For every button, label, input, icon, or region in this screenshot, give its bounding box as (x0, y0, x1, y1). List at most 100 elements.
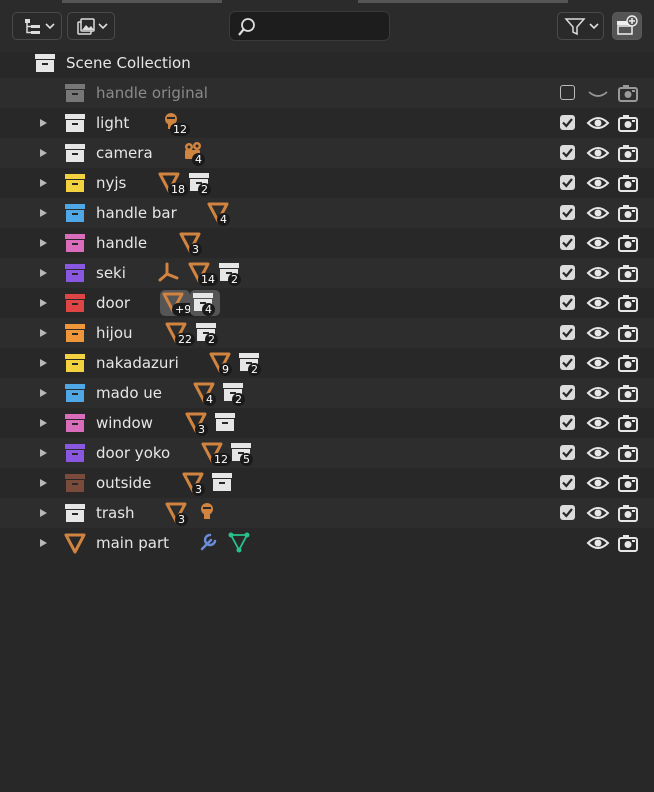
collection-row[interactable]: door +99 4 (0, 288, 654, 318)
exclude-checkbox[interactable] (560, 145, 575, 160)
render-camera-icon[interactable] (617, 412, 639, 434)
collection-row[interactable]: outside 3 (0, 468, 654, 498)
child-count: 14 (198, 273, 218, 286)
eye-icon[interactable] (586, 532, 610, 554)
collection-row[interactable]: hijou 22 2 (0, 318, 654, 348)
exclude-checkbox[interactable] (560, 445, 575, 460)
child-count: 22 (175, 333, 195, 346)
eye-icon[interactable] (586, 412, 610, 434)
eye-icon[interactable] (586, 382, 610, 404)
scene-collection-row[interactable]: Scene Collection (0, 48, 654, 78)
expand-triangle-icon[interactable] (40, 359, 47, 367)
render-camera-icon[interactable] (617, 442, 639, 464)
expand-triangle-icon[interactable] (40, 119, 47, 127)
collection-row[interactable]: handle 3 (0, 228, 654, 258)
render-camera-icon[interactable] (617, 502, 639, 524)
collection-row[interactable]: seki 14 2 (0, 258, 654, 288)
collection-label: mado ue (96, 384, 163, 402)
exclude-checkbox[interactable] (560, 115, 575, 130)
display-mode-dropdown[interactable] (12, 12, 62, 40)
collection-icon (65, 264, 85, 282)
collection-icon (65, 354, 85, 372)
exclude-checkbox[interactable] (560, 505, 575, 520)
expand-triangle-icon[interactable] (40, 539, 47, 547)
search-input[interactable] (264, 16, 386, 38)
expand-triangle-icon[interactable] (40, 269, 47, 277)
eye-icon[interactable] (586, 172, 610, 194)
expand-triangle-icon[interactable] (40, 329, 47, 337)
render-camera-icon[interactable] (617, 82, 639, 104)
collection-label: light (96, 114, 130, 132)
collection-row[interactable]: window 3 (0, 408, 654, 438)
eye-icon[interactable] (586, 112, 610, 134)
exclude-checkbox[interactable] (560, 415, 575, 430)
collection-row[interactable]: light 12 (0, 108, 654, 138)
render-camera-icon[interactable] (617, 352, 639, 374)
expand-triangle-icon[interactable] (40, 479, 47, 487)
render-camera-icon[interactable] (617, 202, 639, 224)
exclude-checkbox[interactable] (560, 325, 575, 340)
eye-icon[interactable] (586, 142, 610, 164)
expand-triangle-icon[interactable] (40, 239, 47, 247)
expand-triangle-icon[interactable] (40, 509, 47, 517)
render-camera-icon[interactable] (617, 262, 639, 284)
expand-triangle-icon[interactable] (40, 149, 47, 157)
render-camera-icon[interactable] (617, 172, 639, 194)
collection-row[interactable]: nyjs 18 2 (0, 168, 654, 198)
expand-triangle-icon[interactable] (40, 419, 47, 427)
expand-triangle-icon[interactable] (40, 299, 47, 307)
collection-row[interactable]: nakadazuri 9 2 (0, 348, 654, 378)
collection-label: hijou (96, 324, 133, 342)
child-count: 9 (219, 363, 232, 376)
render-camera-icon[interactable] (617, 472, 639, 494)
view-layer-dropdown[interactable] (67, 12, 115, 40)
render-camera-icon[interactable] (617, 112, 639, 134)
collection-icon (65, 84, 85, 102)
collection-row[interactable]: door yoko 12 5 (0, 438, 654, 468)
eye-icon[interactable] (586, 322, 610, 344)
filter-dropdown[interactable] (557, 12, 604, 40)
collection-row[interactable]: handle original (0, 78, 654, 108)
eye-icon[interactable] (586, 352, 610, 374)
exclude-checkbox[interactable] (560, 475, 575, 490)
new-collection-button[interactable] (612, 12, 642, 40)
checkmark-icon (562, 418, 573, 428)
exclude-checkbox[interactable] (560, 175, 575, 190)
eye-icon[interactable] (586, 442, 610, 464)
collection-row[interactable]: mado ue 4 2 (0, 378, 654, 408)
render-camera-icon[interactable] (617, 532, 639, 554)
expand-triangle-icon[interactable] (40, 179, 47, 187)
collection-icon (65, 234, 85, 252)
eye-icon[interactable] (586, 292, 610, 314)
collection-row[interactable]: camera 4 (0, 138, 654, 168)
child-count: 2 (232, 393, 245, 406)
collection-label: main part (96, 534, 170, 552)
exclude-checkbox[interactable] (560, 355, 575, 370)
eye-icon[interactable] (586, 502, 610, 524)
filter-funnel-icon (563, 18, 599, 36)
expand-triangle-icon[interactable] (40, 389, 47, 397)
collection-row[interactable]: main part (0, 528, 654, 558)
expand-triangle-icon[interactable] (40, 209, 47, 217)
exclude-checkbox[interactable] (560, 85, 575, 100)
render-camera-icon[interactable] (617, 382, 639, 404)
exclude-checkbox[interactable] (560, 385, 575, 400)
exclude-checkbox[interactable] (560, 205, 575, 220)
expand-triangle-icon[interactable] (40, 449, 47, 457)
eye-closed-icon[interactable] (586, 82, 610, 104)
eye-icon[interactable] (586, 232, 610, 254)
eye-icon[interactable] (586, 472, 610, 494)
search-field[interactable] (229, 11, 390, 41)
render-camera-icon[interactable] (617, 142, 639, 164)
collection-row[interactable]: handle bar 4 (0, 198, 654, 228)
exclude-checkbox[interactable] (560, 265, 575, 280)
render-camera-icon[interactable] (617, 232, 639, 254)
render-camera-icon[interactable] (617, 322, 639, 344)
render-camera-icon[interactable] (617, 292, 639, 314)
exclude-checkbox[interactable] (560, 295, 575, 310)
header-strip (62, 0, 222, 3)
eye-icon[interactable] (586, 262, 610, 284)
exclude-checkbox[interactable] (560, 235, 575, 250)
collection-row[interactable]: trash 3 (0, 498, 654, 528)
eye-icon[interactable] (586, 202, 610, 224)
